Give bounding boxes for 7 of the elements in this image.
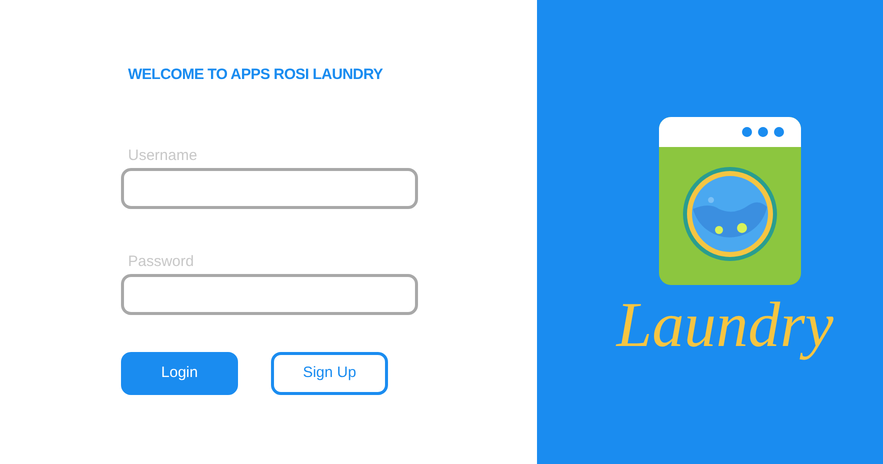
sign-up-button[interactable]: Sign Up bbox=[271, 352, 388, 394]
login-button[interactable]: Login bbox=[121, 352, 238, 394]
input-field[interactable] bbox=[121, 274, 418, 314]
welcome-title: WELCOME TO APPS ROSI LAUNDRY bbox=[128, 65, 384, 85]
washing-machine-icon bbox=[659, 117, 801, 285]
logo-text: Laundry bbox=[616, 289, 834, 361]
input-field[interactable] bbox=[121, 168, 418, 208]
